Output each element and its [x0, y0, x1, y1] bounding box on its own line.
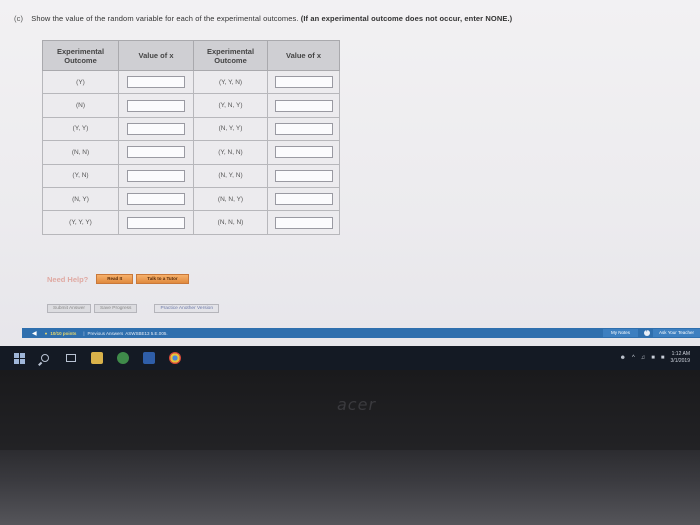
save-progress-button[interactable]: Save Progress [94, 303, 138, 313]
outcome-table: Experimental Outcome Value of x Experime… [42, 40, 340, 235]
search-icon[interactable] [38, 351, 52, 365]
system-clock[interactable]: 1:12 AM 3/1/2019 [671, 351, 690, 365]
start-icon[interactable] [12, 351, 26, 365]
file-explorer-icon[interactable] [90, 351, 104, 365]
value-input[interactable] [274, 216, 333, 229]
table-row: (Y, Y) (N, Y, Y) [42, 116, 340, 142]
outcome-cell: (Y, N, N) [193, 140, 268, 165]
table-row: (N) (Y, N, Y) [42, 93, 340, 118]
outcome-cell: (N, N, Y) [193, 186, 268, 212]
outcome-cell: (N, Y, Y) [193, 116, 268, 142]
action-row: Submit Answer Save Progress Practice Ano… [47, 303, 222, 313]
practice-another-version-button[interactable]: Practice Another Version [154, 303, 219, 313]
question-text: Show the value of the random variable fo… [31, 14, 299, 23]
previous-answers-link[interactable]: Previous Answers [88, 331, 124, 336]
ask-teacher-button[interactable]: Ask Your Teacher [653, 329, 700, 337]
outcome-cell: (N, N, N) [193, 210, 268, 235]
header-outcome-right: Experimental Outcome [193, 40, 268, 71]
question-note: (If an experimental outcome does not occ… [300, 14, 513, 23]
outcome-cell: (Y, Y, N) [193, 69, 268, 95]
value-input[interactable] [127, 169, 185, 182]
people-icon[interactable]: ☻ [620, 355, 626, 361]
separator: | [83, 330, 85, 336]
table-row: (Y) (Y, Y, N) [42, 69, 340, 95]
value-input[interactable] [127, 146, 185, 159]
talk-to-tutor-button[interactable]: Talk to a Tutor [136, 274, 189, 284]
outcome-cell: (Y, N) [42, 163, 119, 188]
laptop-base [0, 450, 700, 525]
my-notes-button[interactable]: My Notes [603, 329, 639, 337]
value-input[interactable] [127, 99, 185, 112]
assignment-bar: ◀ ● 10/10 points | Previous Answers ASWS… [22, 328, 700, 338]
question-prompt: (c) Show the value of the random variabl… [14, 14, 674, 23]
word-app-icon[interactable] [142, 351, 156, 365]
value-input[interactable] [274, 169, 333, 182]
chevron-up-icon[interactable]: ^ [632, 355, 635, 361]
outcome-cell: (Y) [42, 69, 119, 95]
outcome-cell: (Y, Y) [42, 116, 119, 142]
value-input[interactable] [127, 76, 185, 89]
task-view-icon[interactable] [64, 351, 78, 365]
value-input[interactable] [274, 99, 333, 112]
clock-date: 3/1/2019 [670, 358, 690, 364]
system-tray: ☻ ^ ♫ ■ ■ 1:12 AM 3/1/2019 [620, 351, 700, 365]
outcome-cell: (N, N) [42, 140, 119, 165]
read-it-button[interactable]: Read It [96, 274, 134, 284]
table-row: (Y, N) (N, Y, N) [42, 163, 340, 188]
value-input[interactable] [274, 76, 333, 89]
windows-taskbar: ☻ ^ ♫ ■ ■ 1:12 AM 3/1/2019 [0, 346, 700, 370]
plus-icon [644, 328, 651, 336]
points-score: 10/10 points [50, 330, 77, 336]
network-icon[interactable]: ■ [651, 355, 655, 361]
notification-icon[interactable]: ■ [661, 355, 665, 361]
value-input[interactable] [274, 122, 333, 135]
outcome-cell: (Y, N, Y) [193, 93, 268, 118]
table-header-row: Experimental Outcome Value of x Experime… [42, 40, 340, 71]
header-value-right: Value of x [267, 40, 340, 71]
outcome-cell: (N, Y, N) [193, 163, 268, 188]
header-outcome-left: Experimental Outcome [42, 40, 119, 71]
value-input[interactable] [274, 193, 333, 206]
question-number: (c) [14, 14, 24, 23]
outcome-cell: (Y, Y, Y) [42, 210, 119, 235]
table-row: (N, Y) (N, N, Y) [42, 186, 340, 212]
value-input[interactable] [274, 146, 333, 159]
media-app-icon[interactable] [116, 351, 130, 365]
need-help-label: Need Help? [47, 274, 89, 284]
table-row: (N, N) (Y, N, N) [42, 140, 340, 165]
value-input[interactable] [127, 193, 185, 206]
acer-logo: acer [337, 395, 377, 414]
clock-time: 1:12 AM [671, 351, 690, 357]
score-bullet-icon: ● [44, 330, 48, 336]
outcome-cell: (N) [42, 93, 119, 118]
table-row: (Y, Y, Y) (N, N, N) [42, 210, 340, 235]
assignment-bar-links: My Notes Ask Your Teacher [603, 328, 700, 337]
previous-question-icon[interactable]: ◀ [32, 330, 37, 337]
browser-screen: (c) Show the value of the random variabl… [0, 0, 700, 362]
submit-answer-button[interactable]: Submit Answer [47, 303, 91, 313]
header-value-left: Value of x [118, 40, 194, 71]
value-input[interactable] [127, 216, 185, 229]
chrome-icon[interactable] [168, 351, 182, 365]
need-help-row: Need Help? Read It Talk to a Tutor [47, 273, 192, 285]
question-code: ASWSBE13 5.E.005. [125, 330, 168, 336]
outcome-cell: (N, Y) [42, 186, 119, 212]
value-input[interactable] [127, 122, 185, 135]
volume-icon[interactable]: ♫ [641, 355, 646, 361]
